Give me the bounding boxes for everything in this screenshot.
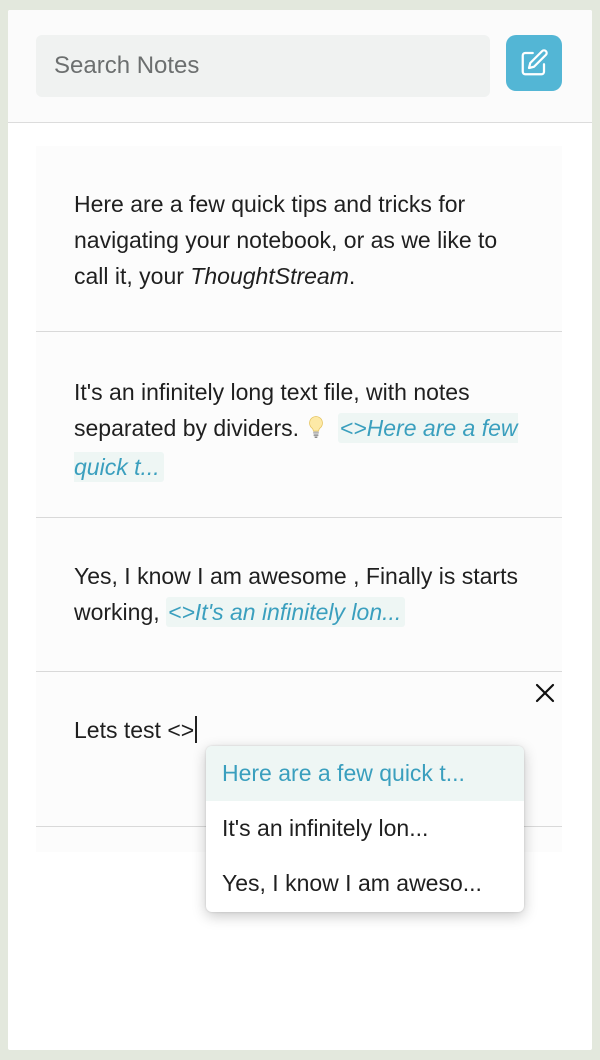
note-editor-text[interactable]: Lets test <> [74,717,194,743]
note-text-end: . [348,263,356,289]
suggestion-option[interactable]: Yes, I know I am aweso... [206,856,524,911]
close-icon[interactable] [532,680,558,706]
lightbulb-icon [307,413,325,449]
note-item[interactable]: Here are a few quick tips and tricks for… [36,146,562,332]
note-link-suggestions: Here are a few quick t... It's an infini… [206,746,524,912]
new-note-button[interactable] [506,35,562,91]
note-item[interactable]: Yes, I know I am awesome , Finally is st… [36,518,562,672]
note-reference-link[interactable]: <>It's an infinitely lon... [166,597,406,627]
toolbar [8,10,592,123]
search-input[interactable] [36,35,490,97]
text-cursor [195,716,197,743]
note-item[interactable]: It's an infinitely long text file, with … [36,332,562,518]
notes-app-window: Here are a few quick tips and tricks for… [8,10,592,1050]
note-emphasis: ThoughtStream [190,263,349,289]
suggestion-option[interactable]: Here are a few quick t... [206,746,524,801]
suggestion-option[interactable]: It's an infinitely lon... [206,801,524,856]
edit-note-icon [521,49,548,76]
